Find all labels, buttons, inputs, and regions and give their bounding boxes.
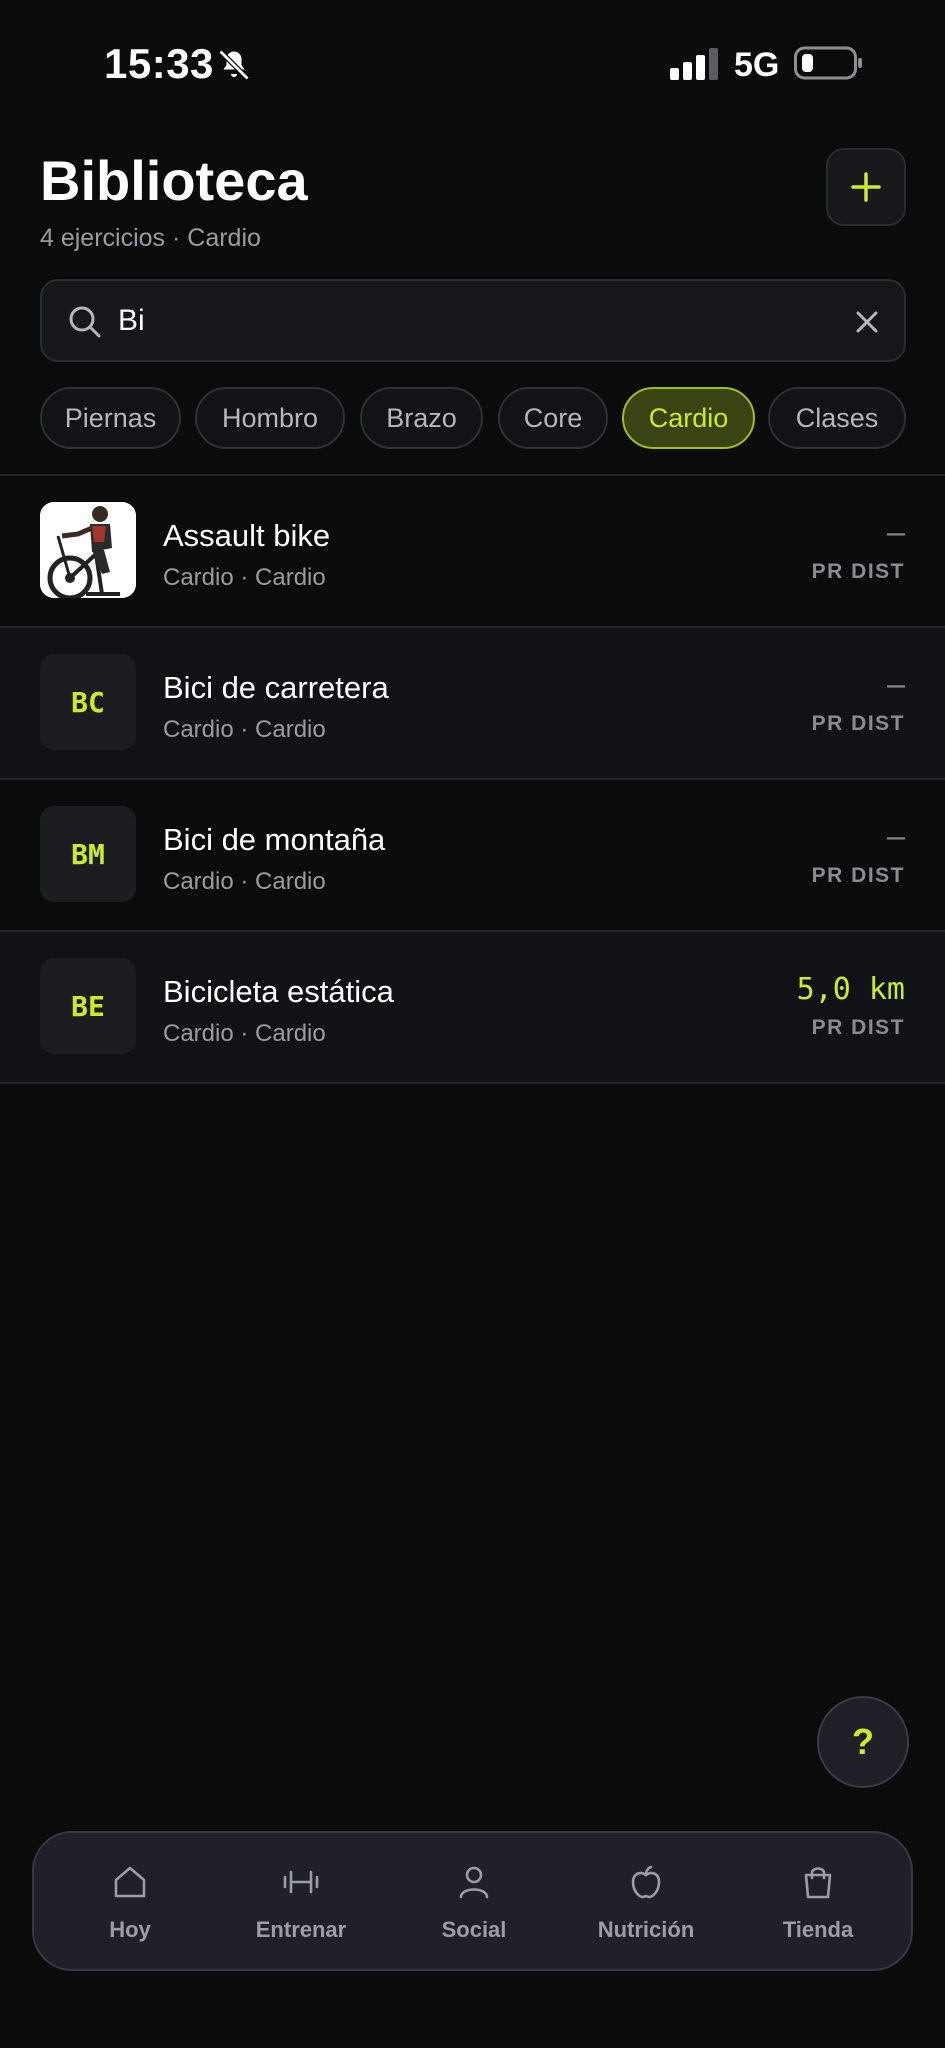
divider (0, 1082, 945, 1084)
plus-icon (851, 172, 881, 202)
exercise-row-bici-carretera[interactable]: BC Bici de carretera Cardio · Cardio – P… (0, 628, 945, 778)
page-subtitle: 4 ejercicios · Cardio (40, 224, 261, 252)
nav-label: Tienda (782, 1917, 854, 1942)
exercise-initials-badge: BM (40, 806, 136, 902)
chip-clases[interactable]: Clases (768, 387, 906, 449)
nav-label: Nutrición (597, 1917, 695, 1942)
bottom-nav: Hoy Entrenar Social Nutrición Tienda (32, 1831, 913, 1971)
page-title: Biblioteca (40, 149, 308, 212)
exercise-pr-value: – (886, 516, 905, 551)
nav-item-tienda[interactable]: Tienda (743, 1833, 893, 1973)
status-time: 15:33 (104, 40, 214, 87)
dumbbell-icon (283, 1870, 319, 1894)
exercise-name: Bici de carretera (163, 670, 389, 705)
exercise-name: Assault bike (163, 518, 331, 553)
exercise-name: Bicicleta estática (163, 974, 394, 1009)
exercise-row-bicicleta-estatica[interactable]: BE Bicicleta estática Cardio · Cardio 5,… (0, 932, 945, 1082)
search-icon (69, 306, 101, 338)
chip-brazo[interactable]: Brazo (360, 387, 483, 449)
search-input[interactable] (118, 299, 758, 343)
exercise-name: Bici de montaña (163, 822, 386, 857)
chip-piernas[interactable]: Piernas (40, 387, 181, 449)
exercise-row-assault-bike[interactable]: Assault bike Cardio · Cardio – PR DIST (0, 476, 945, 626)
nav-label: Social (441, 1917, 507, 1942)
exercise-pr-value: 5,0 km (796, 972, 905, 1007)
help-button[interactable]: ? (817, 1696, 909, 1788)
nav-label: Hoy (109, 1917, 151, 1942)
exercise-initials-badge: BC (40, 654, 136, 750)
exercise-pr-label: PR DIST (811, 560, 905, 583)
exercise-pr-value: – (886, 820, 905, 855)
exercise-pr-value: – (886, 668, 905, 703)
add-exercise-button[interactable] (826, 148, 906, 226)
apple-icon (631, 1865, 661, 1899)
exercise-pr-label: PR DIST (811, 712, 905, 735)
nav-item-hoy[interactable]: Hoy (55, 1833, 205, 1973)
status-bar: 15:33 5G (0, 0, 945, 130)
close-icon[interactable] (850, 305, 884, 339)
signal-icon (670, 48, 718, 80)
exercise-meta: Cardio · Cardio (163, 1020, 326, 1047)
exercise-meta: Cardio · Cardio (163, 868, 326, 895)
nav-label: Entrenar (255, 1917, 347, 1942)
bell-muted-icon (218, 49, 250, 81)
chip-hombro[interactable]: Hombro (195, 387, 345, 449)
nav-item-entrenar[interactable]: Entrenar (226, 1833, 376, 1973)
exercise-meta: Cardio · Cardio (163, 716, 326, 743)
user-icon (459, 1866, 489, 1899)
exercise-initials-badge: BE (40, 958, 136, 1054)
exercise-row-bici-montana[interactable]: BM Bici de montaña Cardio · Cardio – PR … (0, 780, 945, 930)
exercise-meta: Cardio · Cardio (163, 564, 326, 591)
chip-core[interactable]: Core (498, 387, 608, 449)
home-icon (114, 1866, 146, 1898)
nav-item-nutricion[interactable]: Nutrición (571, 1833, 721, 1973)
exercise-pr-label: PR DIST (811, 864, 905, 887)
exercise-pr-label: PR DIST (811, 1016, 905, 1039)
assault-bike-image (40, 502, 136, 598)
network-label: 5G (734, 46, 780, 84)
search-box (40, 279, 906, 362)
chip-cardio[interactable]: Cardio (622, 387, 755, 449)
battery-icon (794, 46, 862, 80)
shopping-bag-icon (804, 1867, 832, 1899)
nav-item-social[interactable]: Social (399, 1833, 549, 1973)
